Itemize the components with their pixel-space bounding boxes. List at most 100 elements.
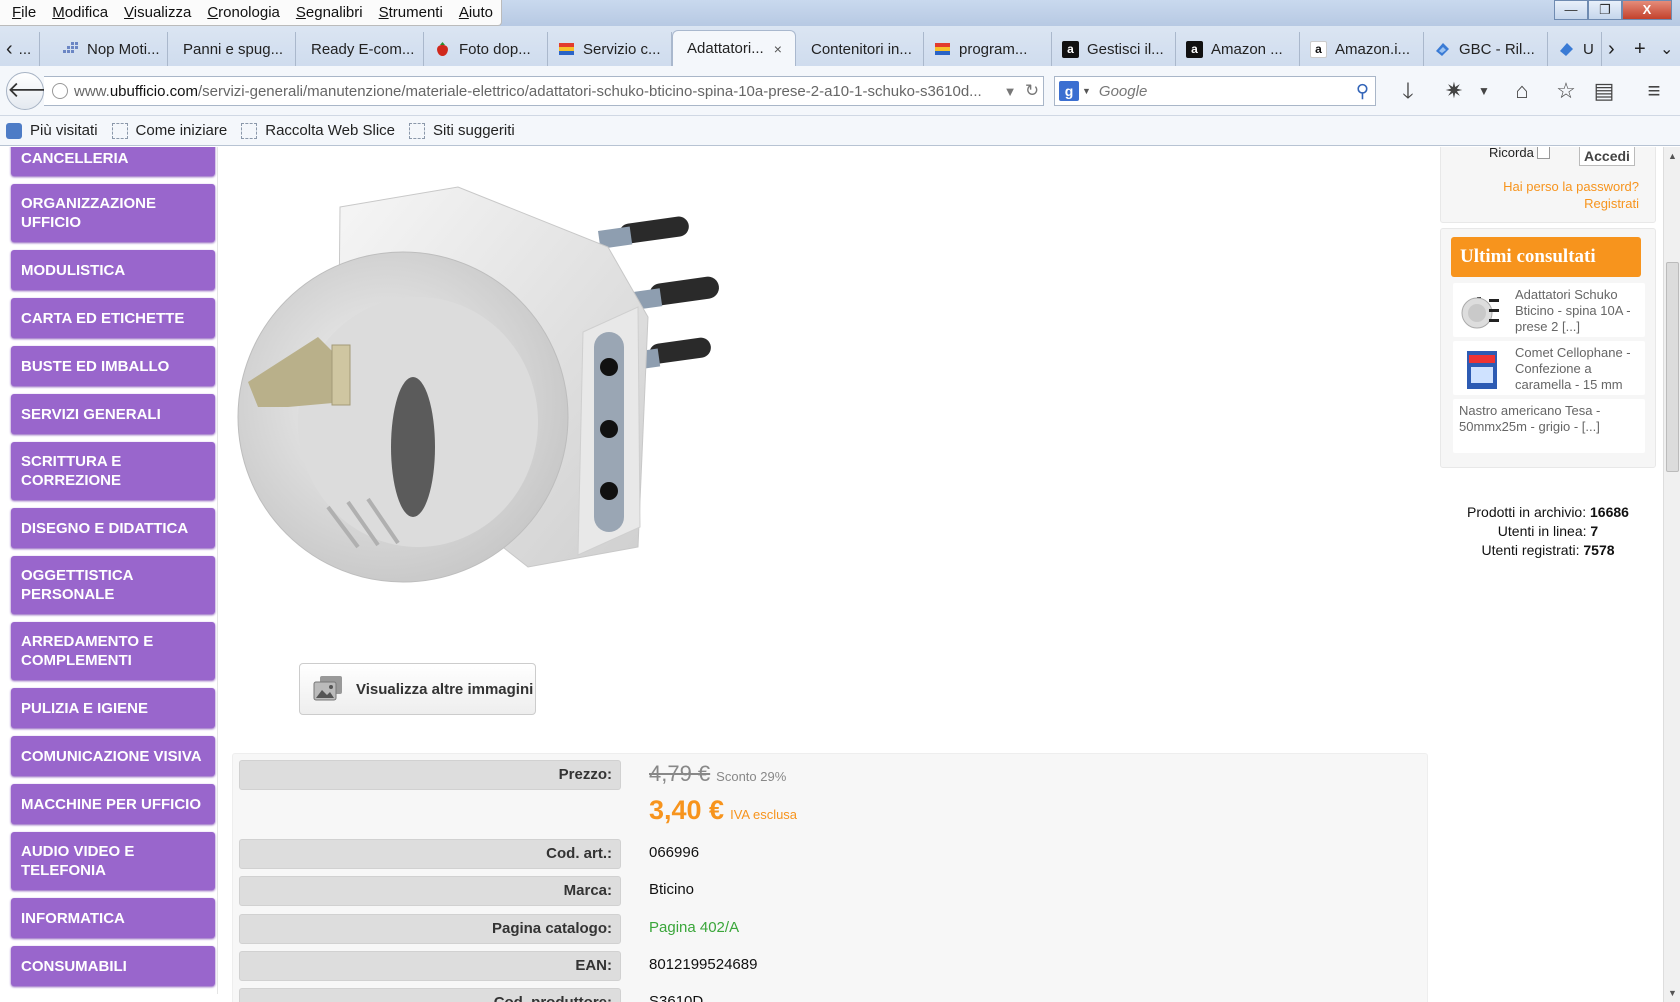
category-consumabili[interactable]: CONSUMABILI (11, 946, 215, 986)
category-modulistica[interactable]: MODULISTICA (11, 250, 215, 290)
search-input[interactable]: Google (1099, 83, 1356, 100)
tab-label: Servizio c... (583, 40, 661, 58)
chevron-down-icon[interactable]: ▼ (1082, 86, 1091, 96)
login-box: Ricorda Accedi Hai perso la password? Re… (1440, 147, 1656, 223)
address-bar[interactable]: www.ubufficio.com/servizi-generali/manut… (44, 76, 1044, 106)
recently-viewed-title: Ultimi consultati (1451, 237, 1641, 277)
menu-file[interactable]: File (4, 4, 44, 21)
tab-amazon-it[interactable]: a Amazon.i... (1300, 32, 1424, 66)
product-image-adapter[interactable] (228, 167, 748, 587)
tab-gestisci[interactable]: a Gestisci il... (1052, 32, 1176, 66)
tab-scroll-left[interactable]: ‹... (0, 32, 40, 66)
tab-program[interactable]: program... (924, 32, 1052, 66)
discount-text: Sconto 29% (716, 769, 787, 784)
amazon-light-icon: a (1310, 40, 1327, 58)
minimize-button[interactable]: — (1554, 0, 1588, 20)
bookmark-come-iniziare[interactable]: Come iniziare (111, 122, 227, 139)
more-images-button[interactable]: Visualizza altre immagini (299, 663, 536, 715)
category-comunicazione-visiva[interactable]: COMUNICAZIONE VISIVA (11, 736, 215, 776)
back-button[interactable]: 🡐 (6, 72, 66, 110)
recent-item[interactable]: Adattatori Schuko Bticino - spina 10A - … (1453, 283, 1645, 337)
tab-label: Ready E-com... (311, 40, 415, 58)
lost-password-link[interactable]: Hai perso la password? (1503, 179, 1639, 194)
catalog-page-link[interactable]: Pagina 402/A (649, 914, 739, 942)
category-buste-imballo[interactable]: BUSTE ED IMBALLO (11, 346, 215, 386)
chevron-down-icon: ⌄ (1660, 41, 1674, 58)
category-scrittura-correzione[interactable]: SCRITTURA E CORREZIONE (11, 442, 215, 500)
chevron-down-icon[interactable]: ▼ (1470, 78, 1498, 104)
bookmark-label: Siti suggeriti (433, 122, 515, 139)
category-informatica[interactable]: INFORMATICA (11, 898, 215, 938)
login-button[interactable]: Accedi (1579, 147, 1635, 166)
tab-ready[interactable]: Ready E-com... (296, 32, 424, 66)
tab-gbc[interactable]: GBC - Ril... (1424, 32, 1548, 66)
tab-scroll-right[interactable]: › (1602, 32, 1628, 66)
tab-close-icon[interactable]: × (774, 41, 782, 57)
search-bar[interactable]: g ▼ Google ⚲ (1054, 76, 1376, 106)
navigation-toolbar: 🡐 www.ubufficio.com/servizi-generali/man… (0, 66, 1680, 116)
menu-aiuto[interactable]: Aiuto (451, 4, 501, 21)
category-cancelleria[interactable]: CANCELLERIA (11, 147, 215, 176)
tab-panni[interactable]: Panni e spug... (168, 32, 296, 66)
category-audio-video-telefonia[interactable]: AUDIO VIDEO E TELEFONIA (11, 832, 215, 890)
menu-cronologia[interactable]: Cronologia (199, 4, 288, 21)
tab-label: Gestisci il... (1087, 40, 1164, 58)
scroll-up-icon[interactable]: ▲ (1664, 151, 1680, 161)
scroll-down-icon[interactable]: ▼ (1664, 988, 1680, 998)
tab-u[interactable]: U (1548, 32, 1602, 66)
tab-servizio[interactable]: Servizio c... (548, 32, 672, 66)
bookmarks-menu-icon[interactable]: ▤ (1590, 78, 1618, 104)
tab-label: Contenitori in... (811, 40, 912, 58)
download-icon[interactable]: 🡓 (1394, 78, 1422, 104)
close-window-button[interactable]: X (1622, 0, 1672, 20)
current-price: 3,40 € (649, 795, 725, 825)
search-icon[interactable]: ⚲ (1356, 81, 1369, 102)
scrollbar-thumb[interactable] (1666, 262, 1679, 472)
register-link[interactable]: Registrati (1584, 196, 1639, 211)
menu-modifica[interactable]: Modifica (44, 4, 116, 21)
category-oggettistica-personale[interactable]: OGGETTISTICA PERSONALE (11, 556, 215, 614)
category-disegno-didattica[interactable]: DISEGNO E DIDATTICA (11, 508, 215, 548)
price-label: Prezzo: (239, 760, 621, 790)
tab-list-button[interactable]: ⌄ (1654, 32, 1680, 66)
menu-segnalibri[interactable]: Segnalibri (288, 4, 371, 21)
reload-icon[interactable]: ↻ (1021, 81, 1043, 101)
bookmark-piu-visitati[interactable]: Più visitati (6, 122, 98, 139)
tab-contenitori[interactable]: Contenitori in... (796, 32, 924, 66)
addon-icon[interactable]: ✷ (1440, 78, 1468, 104)
price-old-line: 4,79 € Sconto 29% (649, 760, 786, 791)
category-pulizia-igiene[interactable]: PULIZIA E IGIENE (11, 688, 215, 728)
home-icon[interactable]: ⌂ (1508, 78, 1536, 104)
tab-adattatori[interactable]: Adattatori... × (672, 30, 796, 66)
tab-label: Amazon.i... (1335, 40, 1411, 58)
google-engine-icon[interactable]: g (1059, 81, 1079, 101)
tab-label: program... (959, 40, 1028, 58)
category-macchine-ufficio[interactable]: MACCHINE PER UFFICIO (11, 784, 215, 824)
maximize-button[interactable]: ❐ (1588, 0, 1622, 20)
bookmark-web-slice[interactable]: Raccolta Web Slice (241, 122, 395, 139)
recent-item[interactable]: Comet Cellophane - Confezione a caramell… (1453, 341, 1645, 395)
category-organizzazione-ufficio[interactable]: ORGANIZZAZIONE UFFICIO (11, 184, 215, 242)
menu-visualizza[interactable]: Visualizza (116, 4, 199, 21)
tab-label: Nop Moti... (87, 40, 160, 58)
tab-nop[interactable]: Nop Moti... (52, 32, 168, 66)
globe-icon[interactable] (52, 83, 68, 99)
bookmark-siti-suggeriti[interactable]: Siti suggeriti (409, 122, 515, 139)
strawberry-icon (434, 41, 451, 58)
new-tab-button[interactable]: + (1628, 32, 1654, 66)
detail-label: EAN: (239, 951, 621, 981)
history-dropdown-icon[interactable]: ▼ (999, 84, 1021, 99)
detail-label: Cod. produttore: (239, 988, 621, 1002)
remember-checkbox[interactable] (1536, 147, 1550, 159)
tab-amazon[interactable]: a Amazon ... (1176, 32, 1300, 66)
remember-me[interactable]: Ricorda (1489, 147, 1550, 160)
category-carta-etichette[interactable]: CARTA ED ETICHETTE (11, 298, 215, 338)
category-servizi-generali[interactable]: SERVIZI GENERALI (11, 394, 215, 434)
menu-strumenti[interactable]: Strumenti (371, 4, 451, 21)
tab-foto[interactable]: Foto dop... (424, 32, 548, 66)
star-icon[interactable]: ☆ (1552, 78, 1580, 104)
recent-item[interactable]: Nastro americano Tesa - 50mmx25m - grigi… (1453, 399, 1645, 453)
category-arredamento-complementi[interactable]: ARREDAMENTO E COMPLEMENTI (11, 622, 215, 680)
hamburger-menu-icon[interactable]: ≡ (1640, 78, 1668, 104)
page-scrollbar[interactable]: ▲ ▼ (1663, 147, 1680, 1002)
